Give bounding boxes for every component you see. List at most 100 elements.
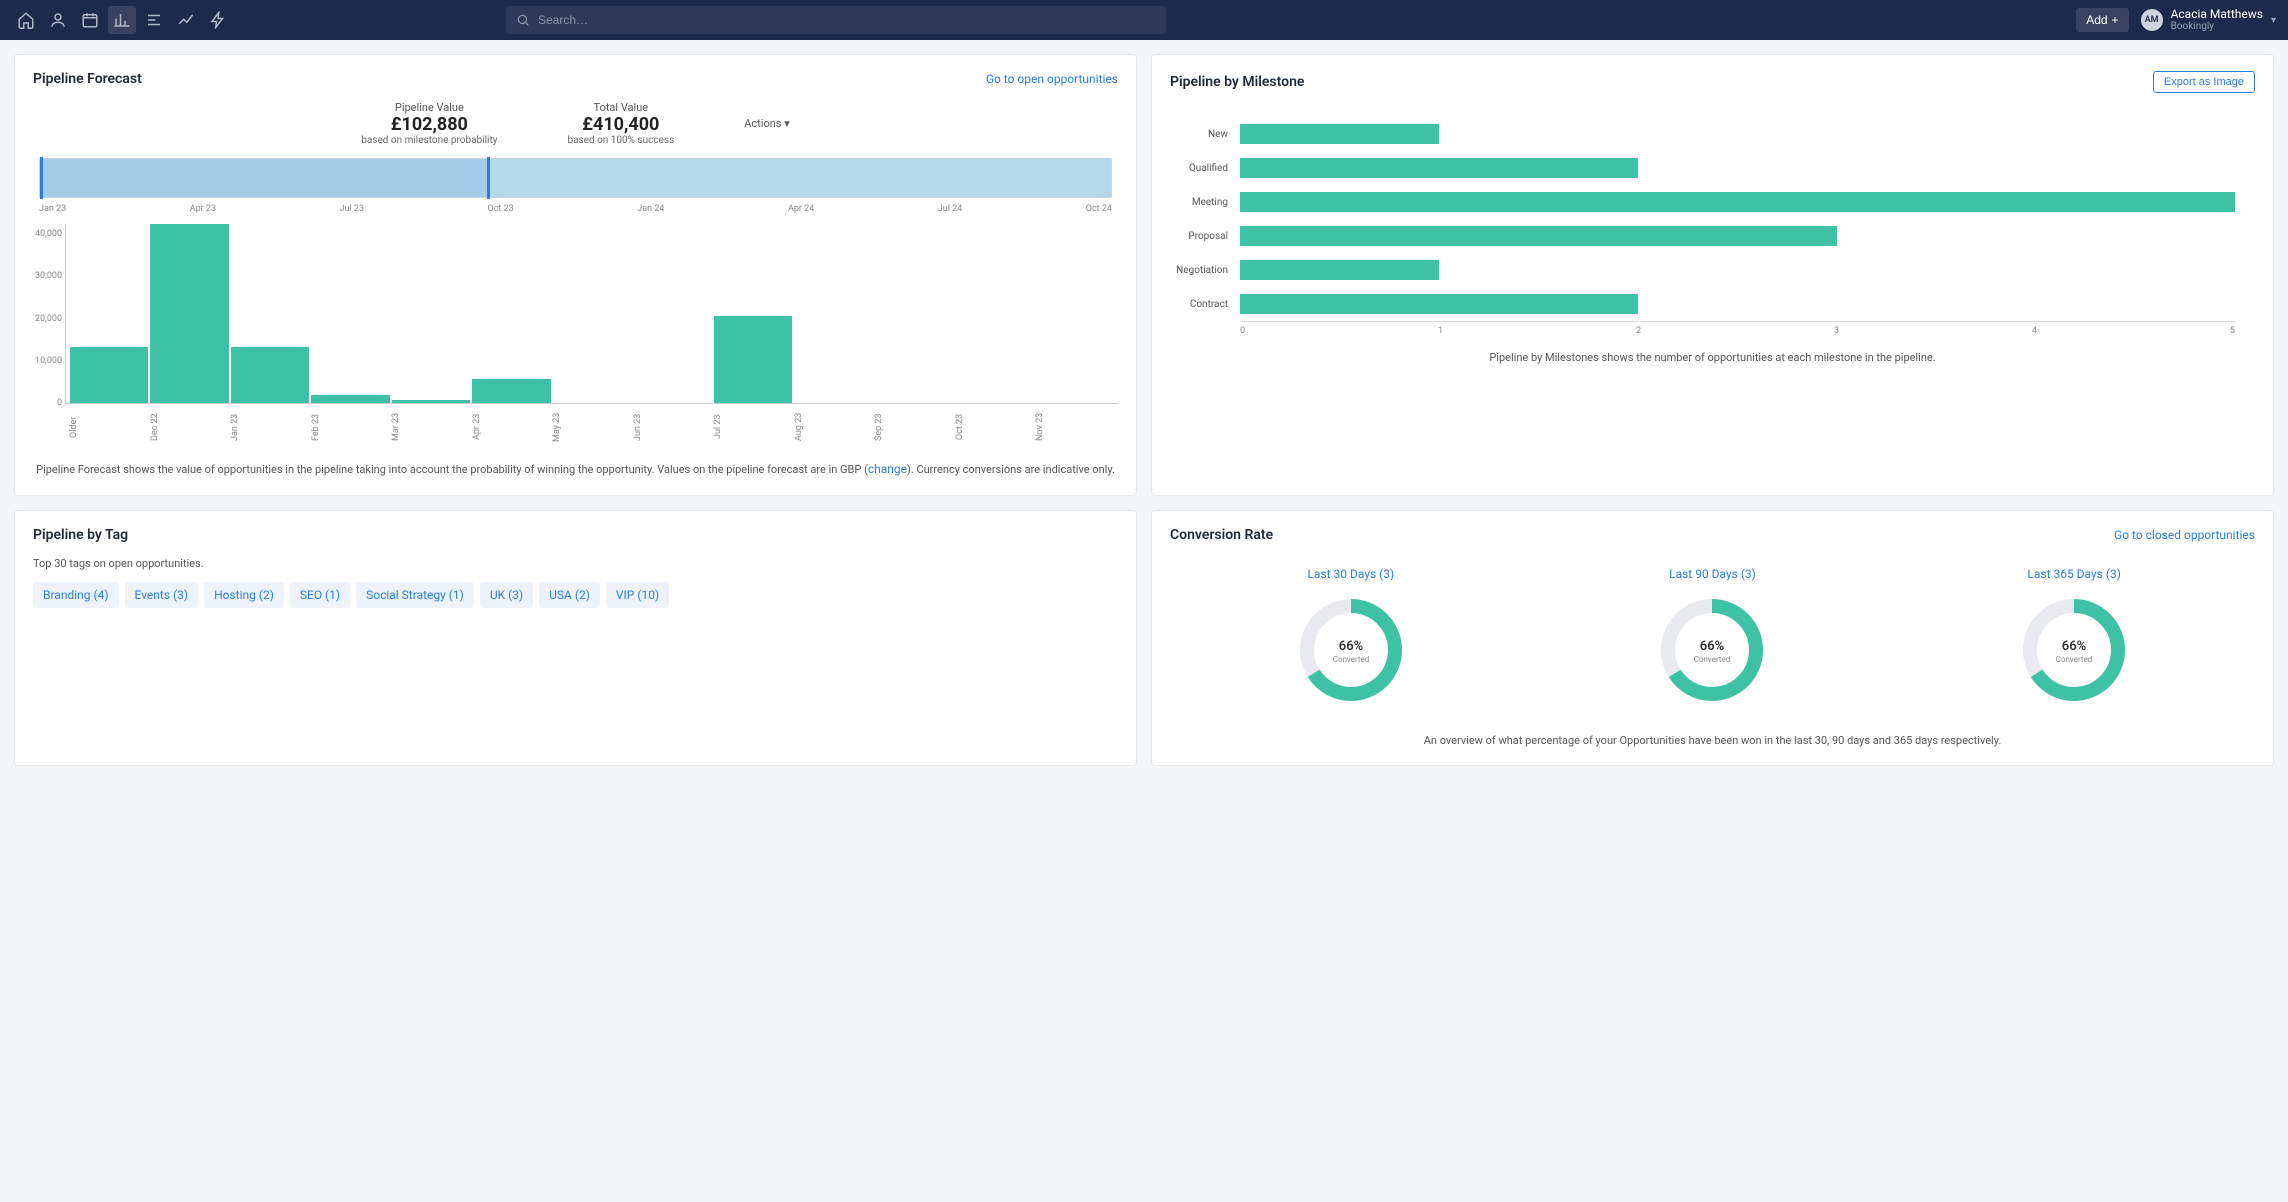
milestone-bar[interactable] bbox=[1240, 260, 1439, 280]
tag-chip[interactable]: SEO (1) bbox=[290, 582, 350, 608]
milestone-label: Proposal bbox=[1168, 231, 1228, 242]
x-tick: Older bbox=[69, 408, 148, 446]
tag-chip[interactable]: USA (2) bbox=[539, 582, 600, 608]
brush-tick: Jan 23 bbox=[39, 204, 66, 214]
conversion-period-link[interactable]: Last 30 Days (3) bbox=[1296, 567, 1406, 581]
tag-chip[interactable]: UK (3) bbox=[480, 582, 533, 608]
y-tick: 10,000 bbox=[32, 356, 62, 366]
milestone-row: Proposal bbox=[1240, 219, 2235, 253]
milestone-label: Negotiation bbox=[1168, 265, 1228, 276]
x-tick: 2 bbox=[1636, 326, 1641, 336]
card-title: Pipeline Forecast bbox=[33, 71, 142, 87]
global-search[interactable] bbox=[506, 6, 1166, 34]
x-tick: Nov 23 bbox=[1035, 408, 1114, 446]
export-as-image-button[interactable]: Export as Image bbox=[2153, 71, 2255, 93]
go-to-open-opportunities-link[interactable]: Go to open opportunities bbox=[986, 72, 1118, 86]
brush-tick: Jan 24 bbox=[637, 204, 664, 214]
list-icon[interactable] bbox=[140, 6, 168, 34]
svg-text:66%: 66% bbox=[1339, 639, 1364, 654]
chevron-down-icon: ▾ bbox=[784, 117, 790, 130]
x-tick: Dec 22 bbox=[150, 408, 229, 446]
forecast-bar[interactable] bbox=[714, 316, 792, 404]
tag-chip[interactable]: Events (3) bbox=[125, 582, 199, 608]
conversion-period-link[interactable]: Last 90 Days (3) bbox=[1657, 567, 1767, 581]
home-icon[interactable] bbox=[12, 6, 40, 34]
x-tick: Jun 23 bbox=[633, 408, 712, 446]
add-button[interactable]: Add+ bbox=[2076, 8, 2128, 32]
brush-tick: Oct 23 bbox=[488, 204, 514, 214]
pipeline-value: £102,880 bbox=[361, 114, 497, 135]
tags-description: Top 30 tags on open opportunities. bbox=[33, 557, 1118, 570]
conversion-period: Last 90 Days (3) 66% Converted bbox=[1657, 567, 1767, 709]
user-name: Acacia Matthews bbox=[2171, 8, 2263, 21]
x-tick: 5 bbox=[2230, 326, 2235, 336]
chevron-down-icon: ▾ bbox=[2271, 15, 2276, 26]
milestone-description: Pipeline by Milestones shows the number … bbox=[1170, 350, 2255, 367]
donut-chart: 66% Converted bbox=[1296, 595, 1406, 705]
brush-tick: Oct 24 bbox=[1086, 204, 1112, 214]
actions-dropdown[interactable]: Actions ▾ bbox=[744, 117, 790, 130]
conversion-period-link[interactable]: Last 365 Days (3) bbox=[2019, 567, 2129, 581]
x-tick: Apr 23 bbox=[472, 408, 551, 446]
conversion-rate-card: Conversion Rate Go to closed opportuniti… bbox=[1151, 510, 2274, 767]
tag-chip[interactable]: VIP (10) bbox=[606, 582, 669, 608]
milestone-row: Negotiation bbox=[1240, 253, 2235, 287]
change-currency-link[interactable]: change bbox=[868, 462, 907, 476]
x-tick: Oct 23 bbox=[955, 408, 1034, 446]
forecast-bar[interactable] bbox=[311, 395, 389, 403]
tag-chip[interactable]: Social Strategy (1) bbox=[356, 582, 474, 608]
x-tick: May 23 bbox=[552, 408, 631, 446]
milestone-label: Contract bbox=[1168, 299, 1228, 310]
date-range-brush[interactable] bbox=[39, 158, 1112, 198]
conversion-period: Last 30 Days (3) 66% Converted bbox=[1296, 567, 1406, 709]
person-icon[interactable] bbox=[44, 6, 72, 34]
svg-text:66%: 66% bbox=[1700, 639, 1725, 654]
tag-chip[interactable]: Hosting (2) bbox=[204, 582, 284, 608]
forecast-bar[interactable] bbox=[392, 400, 470, 403]
avatar: AM bbox=[2141, 9, 2163, 31]
go-to-closed-opportunities-link[interactable]: Go to closed opportunities bbox=[2114, 528, 2255, 542]
trend-icon[interactable] bbox=[172, 6, 200, 34]
bar-chart-icon[interactable] bbox=[108, 6, 136, 34]
milestone-label: Meeting bbox=[1168, 197, 1228, 208]
pipeline-by-tag-card: Pipeline by Tag Top 30 tags on open oppo… bbox=[14, 510, 1137, 767]
forecast-bar[interactable] bbox=[70, 347, 148, 403]
svg-text:Converted: Converted bbox=[1694, 655, 1731, 664]
milestone-label: Qualified bbox=[1168, 163, 1228, 174]
bolt-icon[interactable] bbox=[204, 6, 232, 34]
milestone-bar[interactable] bbox=[1240, 226, 1837, 246]
forecast-bar[interactable] bbox=[231, 347, 309, 403]
x-tick: Jan 23 bbox=[230, 408, 309, 446]
x-tick: Feb 23 bbox=[311, 408, 390, 446]
milestone-label: New bbox=[1168, 129, 1228, 140]
user-menu[interactable]: AM Acacia Matthews Bookingly ▾ bbox=[2141, 8, 2276, 32]
svg-text:Converted: Converted bbox=[2056, 655, 2093, 664]
milestone-row: New bbox=[1240, 117, 2235, 151]
forecast-description: Pipeline Forecast shows the value of opp… bbox=[33, 460, 1118, 479]
milestone-bar[interactable] bbox=[1240, 158, 1638, 178]
conversion-period: Last 365 Days (3) 66% Converted bbox=[2019, 567, 2129, 709]
search-input[interactable] bbox=[538, 13, 1156, 27]
milestone-row: Meeting bbox=[1240, 185, 2235, 219]
x-tick: 0 bbox=[1240, 326, 1245, 336]
milestone-bar[interactable] bbox=[1240, 124, 1439, 144]
brush-tick: Jul 24 bbox=[938, 204, 962, 214]
tag-chip[interactable]: Branding (4) bbox=[33, 582, 119, 608]
y-tick: 20,000 bbox=[32, 314, 62, 324]
plus-icon: + bbox=[2112, 13, 2119, 27]
pipeline-by-milestone-card: Pipeline by Milestone Export as Image Ne… bbox=[1151, 54, 2274, 496]
milestone-bar[interactable] bbox=[1240, 294, 1638, 314]
forecast-bar[interactable] bbox=[472, 379, 550, 403]
total-value: £410,400 bbox=[567, 114, 674, 135]
milestone-bar-chart: NewQualifiedMeetingProposalNegotiationCo… bbox=[1170, 107, 2255, 321]
x-tick: Jul 23 bbox=[713, 408, 792, 446]
calendar-icon[interactable] bbox=[76, 6, 104, 34]
milestone-row: Contract bbox=[1240, 287, 2235, 321]
pipeline-forecast-card: Pipeline Forecast Go to open opportuniti… bbox=[14, 54, 1137, 496]
forecast-bar[interactable] bbox=[150, 224, 228, 403]
conversion-description: An overview of what percentage of your O… bbox=[1170, 733, 2255, 750]
milestone-bar[interactable] bbox=[1240, 192, 2235, 212]
forecast-bar-chart: 40,00030,00020,00010,0000 bbox=[65, 224, 1118, 404]
donut-chart: 66% Converted bbox=[1657, 595, 1767, 705]
brush-tick: Apr 23 bbox=[190, 204, 216, 214]
